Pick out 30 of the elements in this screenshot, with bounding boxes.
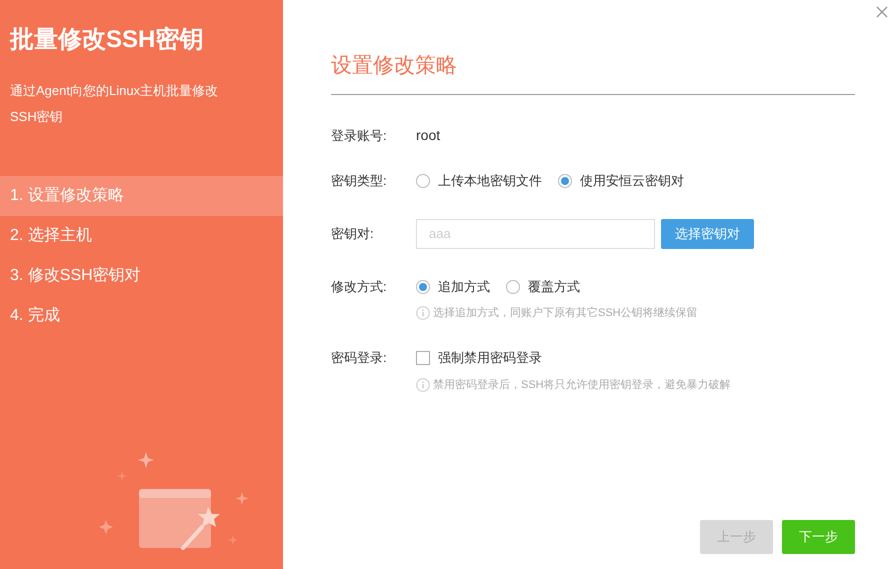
radio-label[interactable]: 覆盖方式: [528, 276, 580, 296]
radio-label[interactable]: 使用安恒云密钥对: [580, 170, 684, 190]
close-icon[interactable]: [876, 6, 888, 18]
field-label: 登录账号:: [331, 126, 388, 145]
radio-button[interactable]: [558, 174, 572, 188]
hint-text: 禁用密码登录后，SSH将只允许使用密钥登录，避免暴力破解: [433, 378, 731, 392]
radio-label[interactable]: 上传本地密钥文件: [438, 170, 542, 190]
field-label: 密码登录:: [331, 349, 388, 368]
info-icon: [416, 378, 430, 392]
field-value: root: [416, 126, 440, 145]
sidebar-title: 批量修改SSH密钥: [8, 25, 204, 55]
radio-label[interactable]: 追加方式: [438, 276, 490, 296]
radio-button[interactable]: [416, 174, 430, 188]
sidebar-description: 通过Agent向您的Linux主机批量修改SSH密钥: [9, 82, 220, 126]
step-item[interactable]: 3. 修改SSH密钥对: [0, 256, 283, 296]
field-label: 密钥对:: [331, 224, 375, 243]
hint-text: 选择追加方式，同账户下原有其它SSH公钥将继续保留: [433, 306, 698, 321]
radio-button[interactable]: [416, 280, 430, 294]
select-key-pair-button[interactable]: 选择密钥对: [661, 218, 754, 248]
field-label: 密钥类型:: [331, 172, 388, 190]
section-heading: 设置修改策略: [331, 53, 458, 79]
next-button[interactable]: 下一步: [782, 520, 855, 554]
step-item[interactable]: 4. 完成: [0, 296, 283, 336]
checkbox-label[interactable]: 强制禁用密码登录: [438, 348, 542, 368]
step-item[interactable]: 2. 选择主机: [0, 216, 283, 256]
checkbox[interactable]: [416, 351, 430, 365]
radio-button[interactable]: [506, 280, 520, 294]
step-item[interactable]: 1. 设置修改策略: [0, 176, 283, 216]
info-icon: [416, 306, 430, 320]
field-label: 修改方式:: [331, 278, 388, 296]
